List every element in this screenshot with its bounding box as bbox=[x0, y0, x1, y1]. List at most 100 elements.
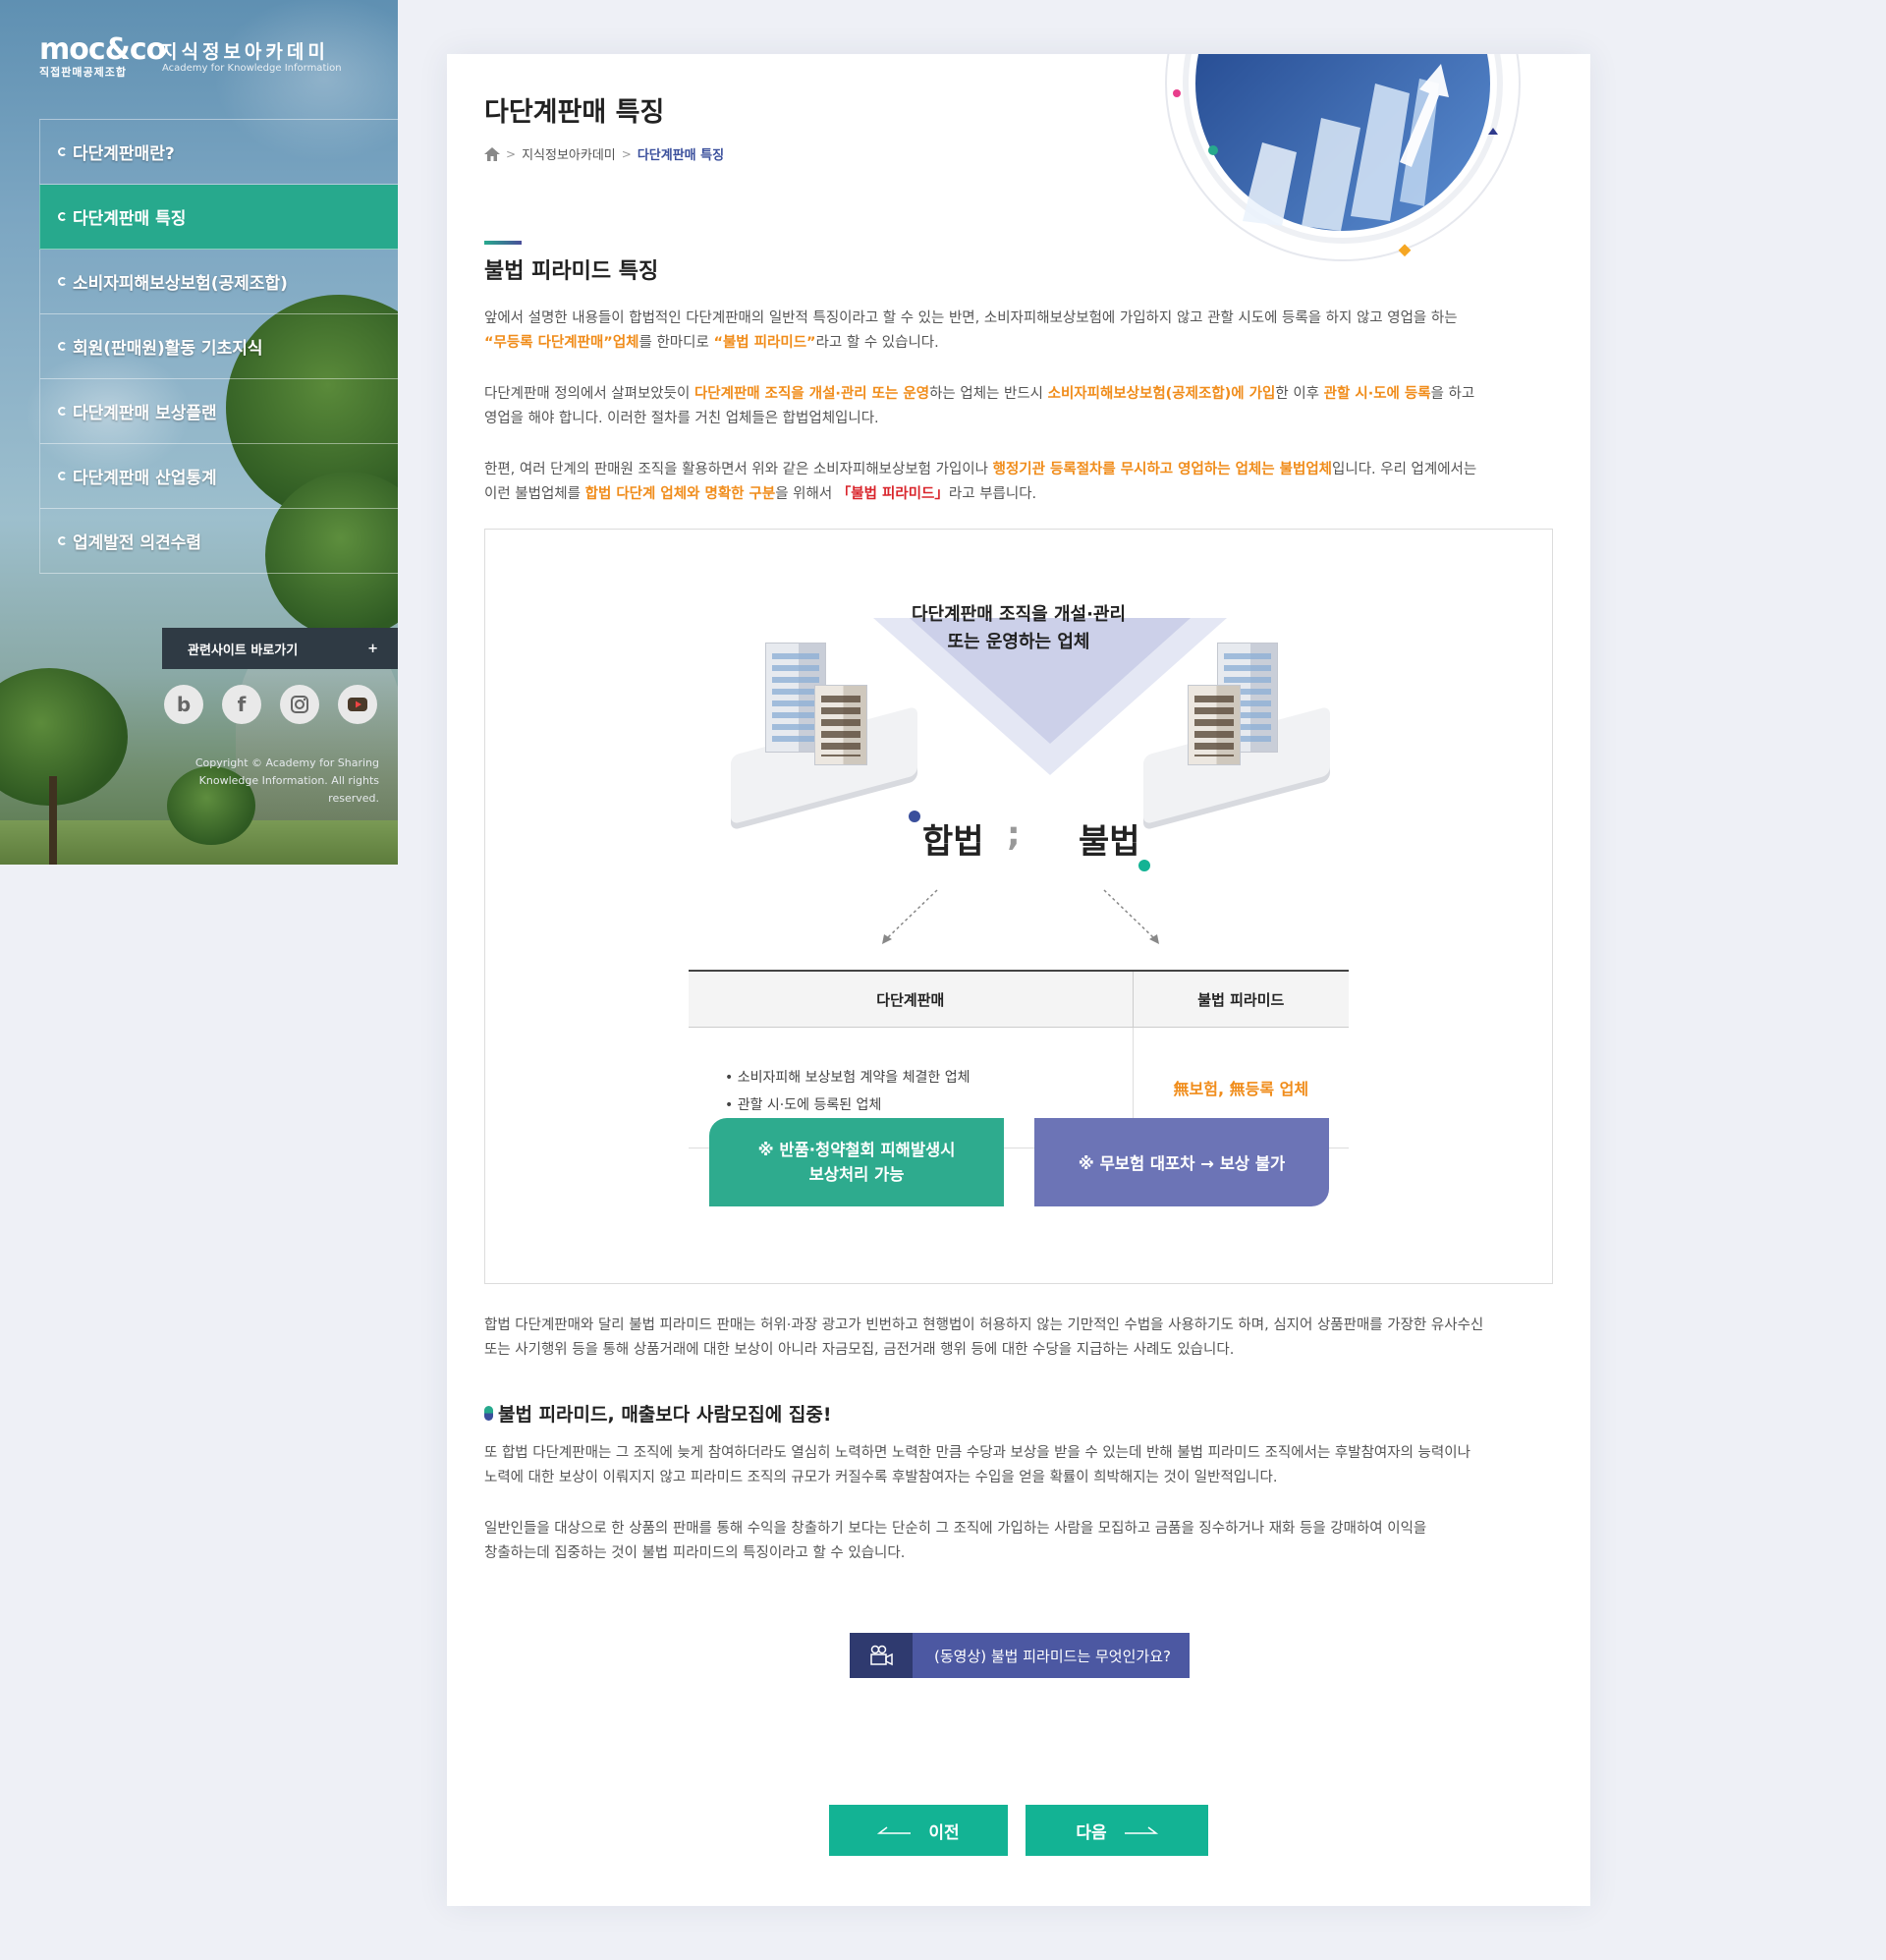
text: 라고 할 수 있습니다. bbox=[815, 335, 939, 351]
header-growth-illustration bbox=[1165, 54, 1521, 261]
circle-arrow-icon bbox=[58, 342, 67, 351]
circle-arrow-icon bbox=[58, 407, 67, 416]
text: 한 이후 bbox=[1275, 386, 1324, 402]
arrow-right-icon bbox=[1124, 1826, 1158, 1834]
home-icon[interactable] bbox=[484, 146, 500, 161]
sidebar-item-feedback[interactable]: 업계발전 의견수렴 bbox=[39, 509, 398, 574]
highlight-text: 합법 다단계 업체와 명확한 구분 bbox=[584, 486, 776, 502]
sidebar-item-what-is-mlm[interactable]: 다단계판매란? bbox=[39, 120, 398, 185]
sidebar-item-label: 다단계판매 산업통계 bbox=[73, 469, 217, 488]
sidebar-item-label: 다단계판매 보상플랜 bbox=[73, 404, 217, 423]
text: 를 한마디로 bbox=[638, 335, 714, 351]
text: 이런 불법업체를 bbox=[484, 486, 585, 502]
diagram-arrows bbox=[882, 889, 1159, 944]
content-card: 다단계판매 특징 > 지식정보아카데미 > 다단계판매 특징 불법 피라미드 특… bbox=[447, 54, 1590, 1906]
logo-title: 지식정보아카데미 bbox=[160, 41, 329, 63]
chevron-right-icon: > bbox=[621, 146, 632, 161]
building-illustration-right bbox=[1143, 638, 1340, 825]
logo-english: Academy for Knowledge Information bbox=[162, 63, 342, 74]
illegal-label: 불법 bbox=[1079, 822, 1140, 862]
bullet-icon bbox=[484, 1406, 493, 1421]
text: 입니다. 우리 업계에서는 bbox=[1332, 462, 1477, 477]
table-header-legal: 다단계판매 bbox=[689, 970, 1134, 1028]
breadcrumb: > 지식정보아카데미 > 다단계판매 특징 bbox=[484, 144, 724, 163]
section-accent-line bbox=[484, 241, 522, 245]
circle-arrow-icon bbox=[58, 212, 67, 221]
intro-paragraph-3: 한편, 여러 단계의 판매원 조직을 활용하면서 위와 같은 소비자피해보상보험… bbox=[484, 458, 1555, 507]
text: 노력에 대한 보상이 이뤄지지 않고 피라미드 조직의 규모가 커질수록 후발참… bbox=[484, 1470, 1278, 1485]
related-sites-label: 관련사이트 바로가기 bbox=[188, 643, 299, 658]
sidebar-item-consumer-insurance[interactable]: 소비자피해보상보험(공제조합) bbox=[39, 250, 398, 314]
highlight-text: “무등록 다단계판매”업체 bbox=[484, 335, 639, 351]
sidebar-item-compensation-plan[interactable]: 다단계판매 보상플랜 bbox=[39, 379, 398, 444]
highlight-text: 「불법 피라미드」 bbox=[836, 486, 949, 502]
sidebar-item-industry-stats[interactable]: 다단계판매 산업통계 bbox=[39, 444, 398, 509]
illegal-note-box: ※ 무보험 대포차 → 보상 불가 bbox=[1034, 1118, 1329, 1206]
legal-vs-illegal-diagram: 다단계판매 조직을 개설·관리 또는 운영하는 업체 합법 ; 불법 다단계판매 bbox=[484, 529, 1553, 1284]
prev-button-label: 이전 bbox=[928, 1822, 960, 1843]
text: 일반인들을 대상으로 한 상품의 판매를 통해 수익을 창출하기 보다는 단순히… bbox=[484, 1521, 1427, 1537]
chevron-right-icon: > bbox=[506, 146, 517, 161]
sidebar-item-mlm-features[interactable]: 다단계판매 특징 bbox=[39, 185, 398, 250]
next-button[interactable]: 다음 bbox=[1026, 1805, 1208, 1856]
text: 을 위해서 bbox=[775, 486, 837, 502]
sidebar-item-label: 업계발전 의견수렴 bbox=[73, 533, 202, 553]
table-header-row: 다단계판매 불법 피라미드 bbox=[689, 970, 1349, 1028]
facebook-glyph: f bbox=[237, 693, 247, 716]
text: 다단계판매 정의에서 살펴보았듯이 bbox=[484, 386, 694, 402]
copyright: Copyright © Academy for Sharing Knowledg… bbox=[147, 755, 379, 808]
youtube-icon[interactable] bbox=[338, 685, 377, 724]
text: 라고 부릅니다. bbox=[948, 486, 1037, 502]
sidebar-item-label: 다단계판매란? bbox=[73, 144, 175, 164]
text: 영업을 해야 합니다. 이러한 절차를 거친 업체들은 합법업체입니다. bbox=[484, 411, 879, 426]
plus-icon: + bbox=[367, 641, 378, 656]
building-tower bbox=[1188, 685, 1241, 765]
copyright-line: Knowledge Information. All rights reserv… bbox=[198, 774, 379, 805]
breadcrumb-item[interactable]: 지식정보아카데미 bbox=[522, 144, 616, 163]
intro-paragraph-1: 앞에서 설명한 내용들이 합법적인 다단계판매의 일반적 특징이라고 할 수 있… bbox=[484, 307, 1555, 356]
detail-paragraph-1: 또 합법 다단계판매는 그 조직에 늦게 참여하더라도 열심히 노력하면 노력한… bbox=[484, 1441, 1555, 1490]
text: 창출하는데 집중하는 것이 불법 피라미드의 특징이라고 할 수 있습니다. bbox=[484, 1545, 906, 1561]
text: 또는 사기행위 등을 통해 상품거래에 대한 보상이 아니라 자금모집, 금전거… bbox=[484, 1342, 1235, 1358]
arrow-left-icon bbox=[877, 1826, 912, 1834]
legal-label: 합법 bbox=[922, 822, 984, 862]
highlight-text: 관할 시·도에 등록 bbox=[1323, 386, 1431, 402]
illegal-dot bbox=[1138, 860, 1150, 871]
video-camera-icon bbox=[850, 1633, 913, 1678]
social-links: b f bbox=[164, 685, 377, 724]
sidebar-item-label: 소비자피해보상보험(공제조합) bbox=[73, 274, 288, 294]
sub-section-title: 불법 피라미드, 매출보다 사람모집에 집중! bbox=[484, 1400, 832, 1427]
prev-button[interactable]: 이전 bbox=[829, 1805, 1008, 1856]
building-illustration-left bbox=[731, 638, 927, 825]
circle-arrow-icon bbox=[58, 472, 67, 480]
note-line: ※ 반품·청약철회 피해발생시 bbox=[757, 1141, 956, 1159]
blog-icon[interactable]: b bbox=[164, 685, 203, 724]
instagram-icon[interactable] bbox=[280, 685, 319, 724]
blog-glyph: b bbox=[176, 693, 192, 716]
caption-line: 다단계판매 조직을 개설·관리 bbox=[911, 604, 1127, 625]
site-logo[interactable]: moc&co 직접판매공제조합 bbox=[39, 32, 166, 80]
video-link-button[interactable]: (동영상) 불법 피라미드는 무엇인가요? bbox=[850, 1633, 1190, 1678]
highlight-text: 다단계판매 조직을 개설·관리 또는 운영 bbox=[693, 386, 930, 402]
section-title: 불법 피라미드 특징 bbox=[484, 259, 659, 284]
circle-arrow-icon bbox=[58, 536, 67, 545]
list-item: 관할 시·도에 등록된 업체 bbox=[725, 1092, 1132, 1119]
highlight-text: 소비자피해보상보험(공제조합)에 가입 bbox=[1047, 386, 1276, 402]
detail-paragraph-2: 일반인들을 대상으로 한 상품의 판매를 통해 수익을 창출하기 보다는 단순히… bbox=[484, 1517, 1555, 1566]
circle-arrow-icon bbox=[58, 277, 67, 286]
sub-section-title-text: 불법 피라미드, 매출보다 사람모집에 집중! bbox=[498, 1404, 832, 1426]
text: 하는 업체는 반드시 bbox=[929, 386, 1048, 402]
intro-paragraph-2: 다단계판매 정의에서 살펴보았듯이 다단계판매 조직을 개설·관리 또는 운영하… bbox=[484, 382, 1555, 431]
sidebar-item-label: 회원(판매원)활동 기초지식 bbox=[73, 339, 263, 359]
legal-criteria-list: 소비자피해 보상보험 계약을 체결한 업체 관할 시·도에 등록된 업체 bbox=[690, 1029, 1132, 1119]
logo-wordmark: moc&co bbox=[39, 32, 166, 67]
illegal-criteria: 無보험, 無등록 업체 bbox=[1173, 1080, 1309, 1098]
text: 또 합법 다단계판매는 그 조직에 늦게 참여하더라도 열심히 노력하면 노력한… bbox=[484, 1445, 1470, 1461]
text: 앞에서 설명한 내용들이 합법적인 다단계판매의 일반적 특징이라고 할 수 있… bbox=[484, 310, 1458, 326]
sidebar-item-member-basics[interactable]: 회원(판매원)활동 기초지식 bbox=[39, 314, 398, 379]
related-sites-dropdown[interactable]: 관련사이트 바로가기 + bbox=[162, 628, 398, 669]
facebook-icon[interactable]: f bbox=[222, 685, 261, 724]
text: 을 하고 bbox=[1430, 386, 1475, 402]
note-line: 보상처리 가능 bbox=[808, 1165, 905, 1184]
youtube-glyph bbox=[348, 698, 367, 711]
